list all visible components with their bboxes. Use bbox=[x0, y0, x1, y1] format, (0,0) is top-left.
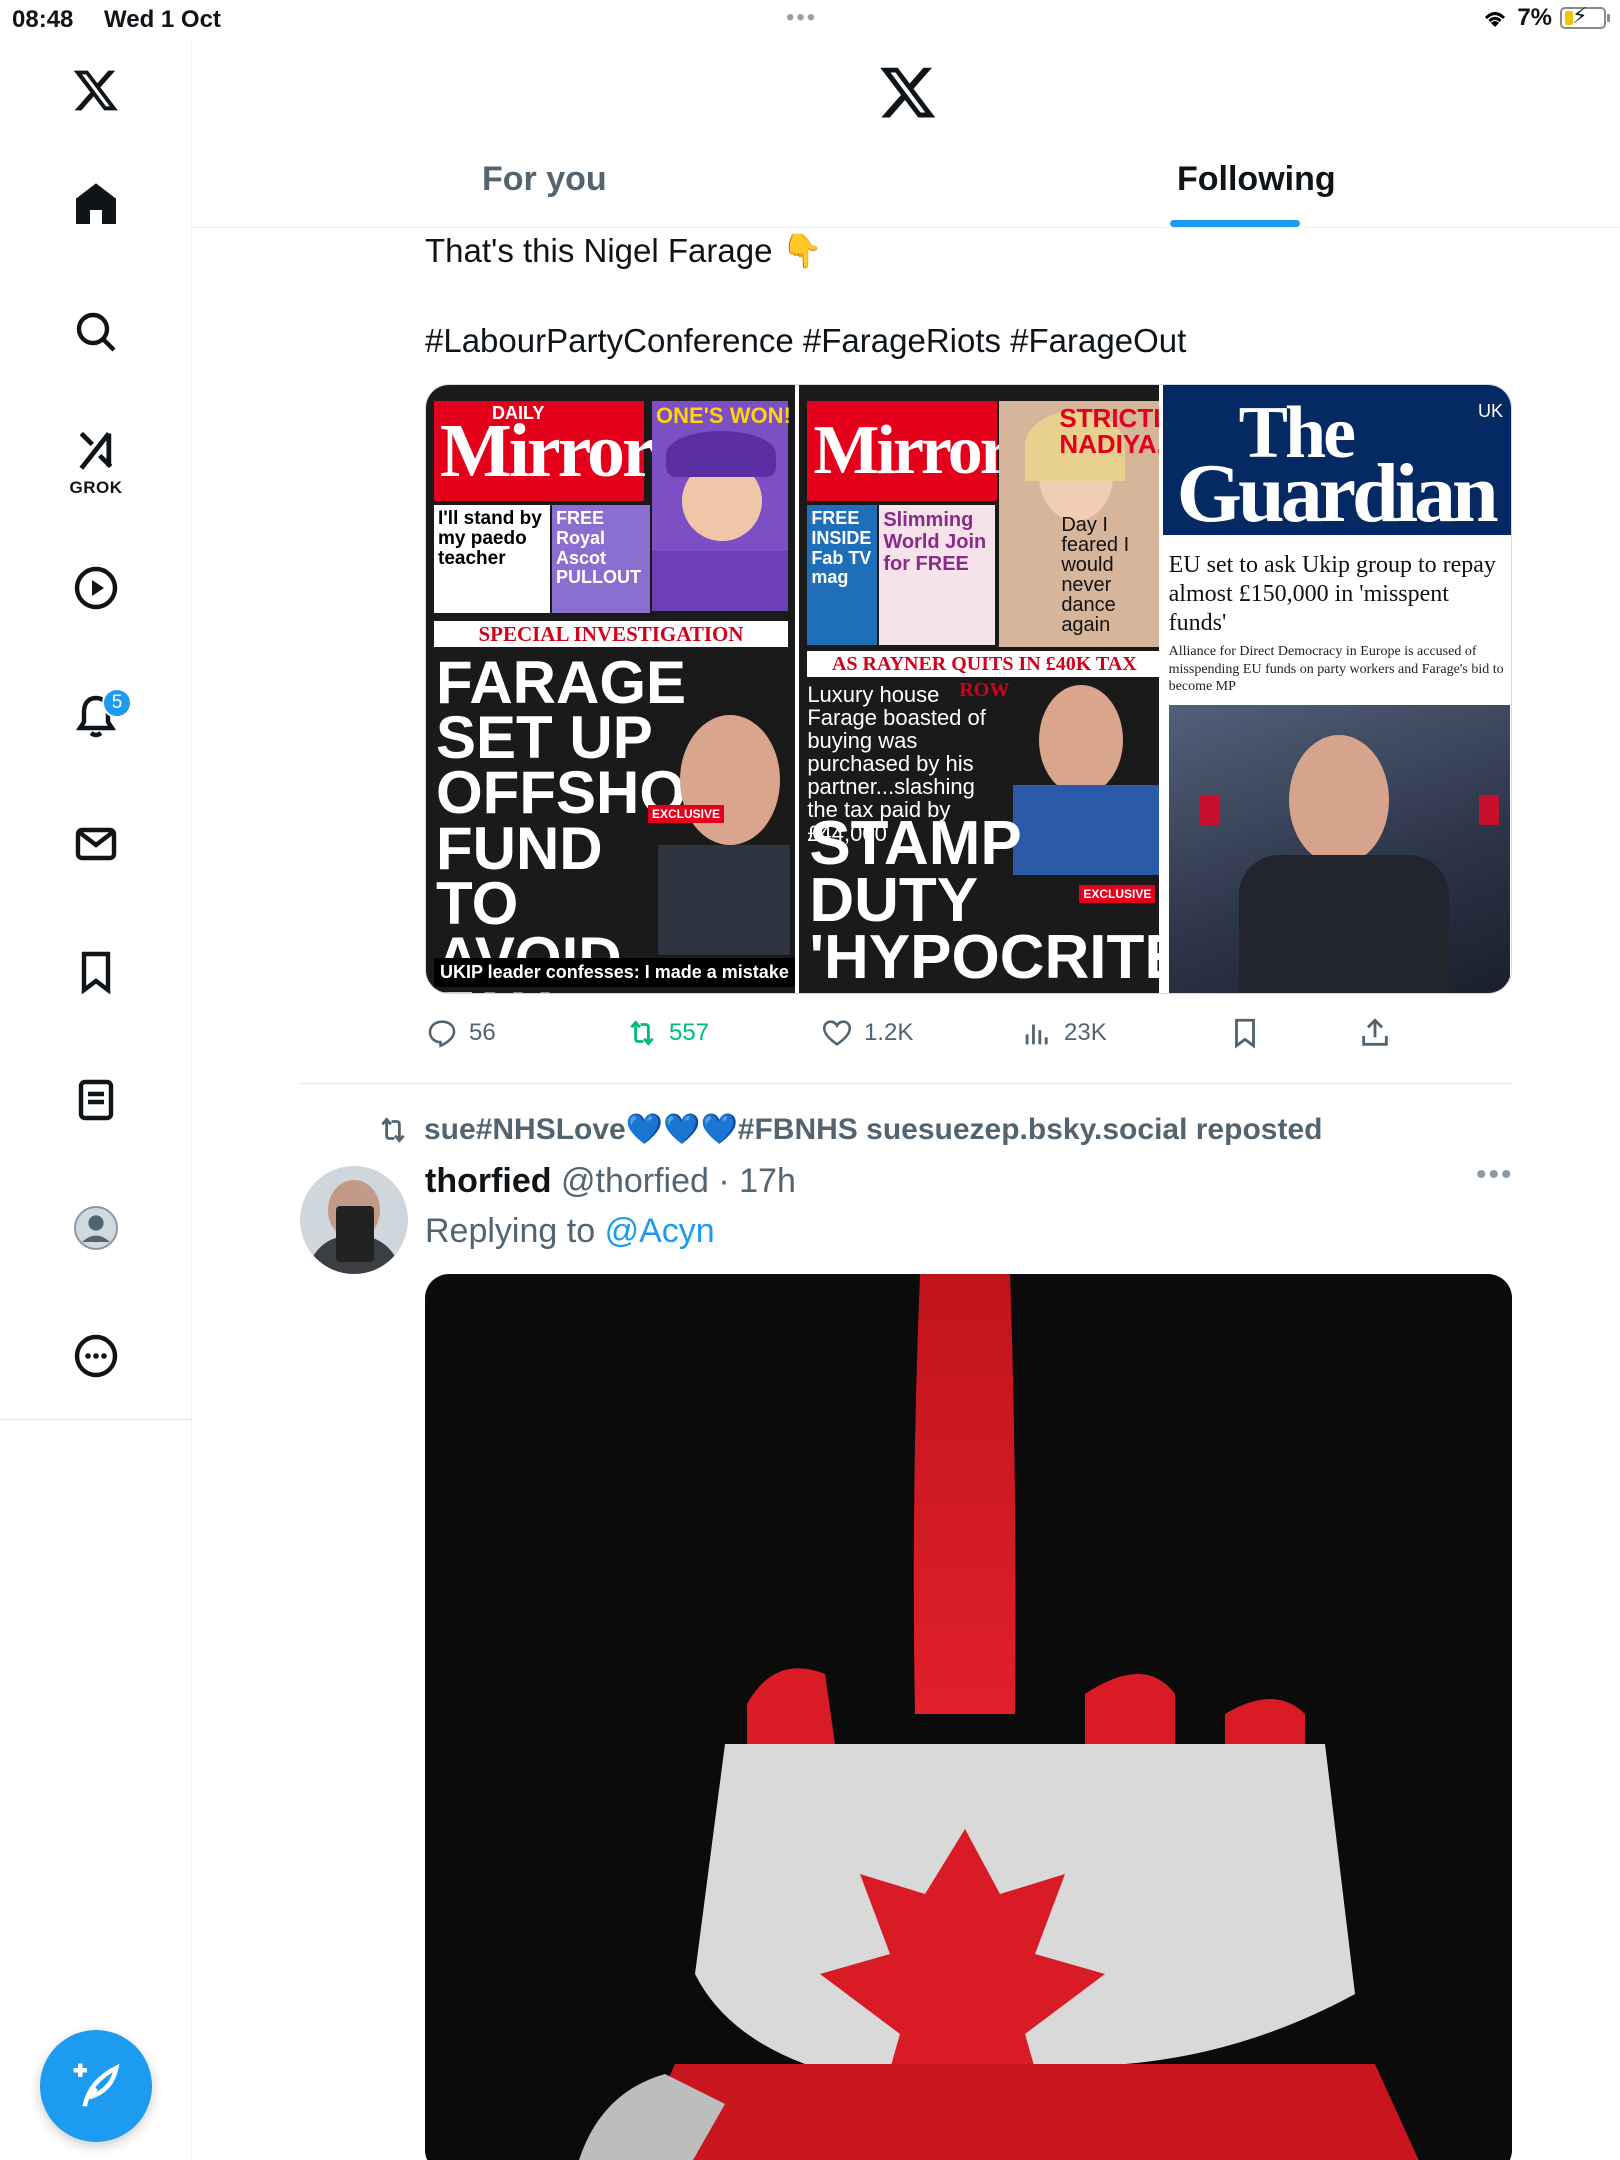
status-right: 7% ⚡ bbox=[1481, 3, 1610, 32]
grok-label: GROK bbox=[69, 478, 123, 497]
lists-icon[interactable] bbox=[56, 1060, 136, 1140]
x-logo-icon[interactable] bbox=[56, 50, 136, 130]
more-icon[interactable] bbox=[56, 1316, 136, 1396]
mirror2-band: AS RAYNER QUITS IN £40K TAX ROW bbox=[807, 651, 1159, 701]
replying-mention[interactable]: @Acyn bbox=[605, 1212, 715, 1250]
guardian-headline: EU set to ask Ukip group to repay almost… bbox=[1168, 552, 1496, 636]
author-name[interactable]: thorfied bbox=[425, 1162, 552, 1200]
post-hashtags[interactable]: #LabourPartyConference #FarageRiots #Far… bbox=[425, 322, 1186, 360]
views-count: 23K bbox=[1064, 1019, 1107, 1046]
mirror-daily-label: DAILY bbox=[492, 403, 545, 423]
messages-icon[interactable] bbox=[56, 804, 136, 884]
views-button[interactable]: 23K bbox=[1020, 1016, 1107, 1050]
mirror-front-page-1[interactable]: Mirror DAILY ONE'S WON! I'll stand by my… bbox=[426, 385, 796, 993]
multitasking-dots-icon[interactable]: ••• bbox=[786, 4, 817, 32]
mirror2-fab: FREE INSIDE Fab TV mag bbox=[807, 505, 878, 645]
home-icon[interactable] bbox=[56, 164, 136, 244]
repost-icon bbox=[630, 1020, 654, 1046]
post-divider bbox=[300, 1083, 1512, 1084]
farage-photo bbox=[680, 715, 780, 845]
mirror2-slimming: Slimming World Join for FREE bbox=[879, 505, 996, 645]
guardian-subheadline: Alliance for Direct Democracy in Europe … bbox=[1168, 644, 1504, 694]
bookmark-button[interactable] bbox=[1228, 1016, 1262, 1050]
status-time: 08:48 bbox=[12, 6, 74, 33]
active-tab-indicator bbox=[1170, 220, 1300, 227]
mirror2-headline: STAMP DUTY 'HYPOCRITE' bbox=[809, 809, 1158, 993]
mirror1-side-head: ONE'S WON! bbox=[656, 403, 791, 428]
reposted-by-line[interactable]: sue#NHSLove💙💙💙#FBNHS suesuezep.bsky.soci… bbox=[376, 1112, 1322, 1147]
status-bar: 08:48 Wed 1 Oct ••• 7% ⚡ bbox=[0, 0, 1620, 40]
reply-button[interactable]: 56 bbox=[425, 1016, 496, 1050]
mirror1-headline: FARAGE SET UP OFFSHORE FUND TO AVOID TAX bbox=[436, 649, 770, 993]
battery-percent: 7% bbox=[1517, 4, 1552, 31]
mirror2-masthead: Mirror bbox=[807, 401, 1011, 501]
canada-flag-hand-image bbox=[579, 1274, 1419, 2160]
like-button[interactable]: 1.2K bbox=[820, 1016, 913, 1050]
suit-shape bbox=[658, 845, 790, 955]
repost-count: 557 bbox=[669, 1019, 710, 1046]
profile-icon[interactable] bbox=[56, 1188, 136, 1268]
replying-to: Replying to @Acyn bbox=[425, 1212, 715, 1251]
guardian-farage-photo bbox=[1168, 705, 1510, 993]
sidebar: GROK 5 bbox=[0, 40, 192, 2160]
guardian-front-page[interactable]: The Guardian UK EU set to ask Ukip group… bbox=[1158, 385, 1511, 993]
mirror-front-page-2[interactable]: Mirror STRICTLY NADIYA... Day I feared I… bbox=[795, 385, 1159, 993]
guardian-edition: UK bbox=[1477, 401, 1503, 421]
video-icon[interactable] bbox=[56, 548, 136, 628]
top-header: For you Following bbox=[192, 40, 1620, 228]
post-author[interactable]: thorfied @thorfied · 17h bbox=[425, 1162, 796, 1201]
queen-photo bbox=[652, 401, 788, 611]
mirror1-left-story: I'll stand by my paedo teacher bbox=[434, 505, 550, 613]
search-icon[interactable] bbox=[56, 292, 136, 372]
battery-icon: ⚡ bbox=[1560, 3, 1610, 29]
farage-photo-2 bbox=[1039, 685, 1124, 795]
post-more-icon[interactable]: ••• bbox=[1476, 1158, 1514, 1192]
post-image[interactable] bbox=[425, 1274, 1512, 2160]
reply-icon bbox=[428, 1020, 456, 1048]
replying-prefix: Replying to bbox=[425, 1212, 596, 1250]
bookmarks-icon[interactable] bbox=[56, 932, 136, 1012]
post-actions-bar: 56 557 1.2K 23K bbox=[425, 1016, 1425, 1066]
x-logo-icon[interactable] bbox=[878, 62, 938, 122]
heart-icon bbox=[822, 1020, 852, 1046]
notification-badge: 5 bbox=[102, 688, 132, 718]
post-text-line1: That's this Nigel Farage 👇 bbox=[425, 232, 823, 269]
guardian-masthead: The Guardian UK bbox=[1162, 385, 1511, 540]
reply-count: 56 bbox=[469, 1019, 496, 1046]
compose-feather-icon bbox=[73, 2063, 120, 2107]
guardian-name: Guardian bbox=[1176, 447, 1499, 540]
repost-icon bbox=[381, 1116, 405, 1143]
grok-icon[interactable]: GROK bbox=[56, 420, 136, 500]
mirror1-strap: UKIP leader confesses: I made a mistake bbox=[434, 958, 795, 987]
mirror1-pullout: FREE Royal Ascot PULLOUT bbox=[552, 505, 650, 613]
sidebar-nav: GROK 5 bbox=[0, 40, 192, 1420]
mirror1-band: SPECIAL INVESTIGATION bbox=[434, 621, 788, 647]
notifications-icon[interactable]: 5 bbox=[56, 676, 136, 756]
compose-post-button[interactable] bbox=[40, 2030, 152, 2142]
reposted-by-text: sue#NHSLove💙💙💙#FBNHS suesuezep.bsky.soci… bbox=[424, 1113, 1323, 1146]
tab-for-you[interactable]: For you bbox=[482, 160, 607, 199]
tab-following[interactable]: Following bbox=[1177, 160, 1336, 199]
views-icon bbox=[1025, 1024, 1048, 1045]
mirror2-side-head: STRICTLY NADIYA... bbox=[1059, 403, 1158, 459]
author-handle-time: @thorfied · 17h bbox=[561, 1162, 796, 1200]
post-media-grid[interactable]: Mirror DAILY ONE'S WON! I'll stand by my… bbox=[425, 384, 1512, 994]
mirror2-exclusive: EXCLUSIVE bbox=[1079, 885, 1156, 903]
timeline-feed: That's this Nigel Farage 👇 #LabourPartyC… bbox=[192, 228, 1620, 2160]
wifi-icon bbox=[1485, 12, 1506, 27]
share-button[interactable] bbox=[1358, 1016, 1392, 1050]
share-icon bbox=[1362, 1018, 1388, 1046]
mirror1-exclusive: EXCLUSIVE bbox=[648, 805, 725, 823]
status-date: Wed 1 Oct bbox=[104, 6, 221, 33]
avatar[interactable] bbox=[300, 1166, 408, 1274]
like-count: 1.2K bbox=[864, 1019, 914, 1046]
repost-button[interactable]: 557 bbox=[625, 1016, 709, 1050]
bookmark-icon bbox=[1235, 1018, 1255, 1049]
mirror2-side-quote: Day I feared I would never dance again bbox=[1061, 514, 1130, 636]
